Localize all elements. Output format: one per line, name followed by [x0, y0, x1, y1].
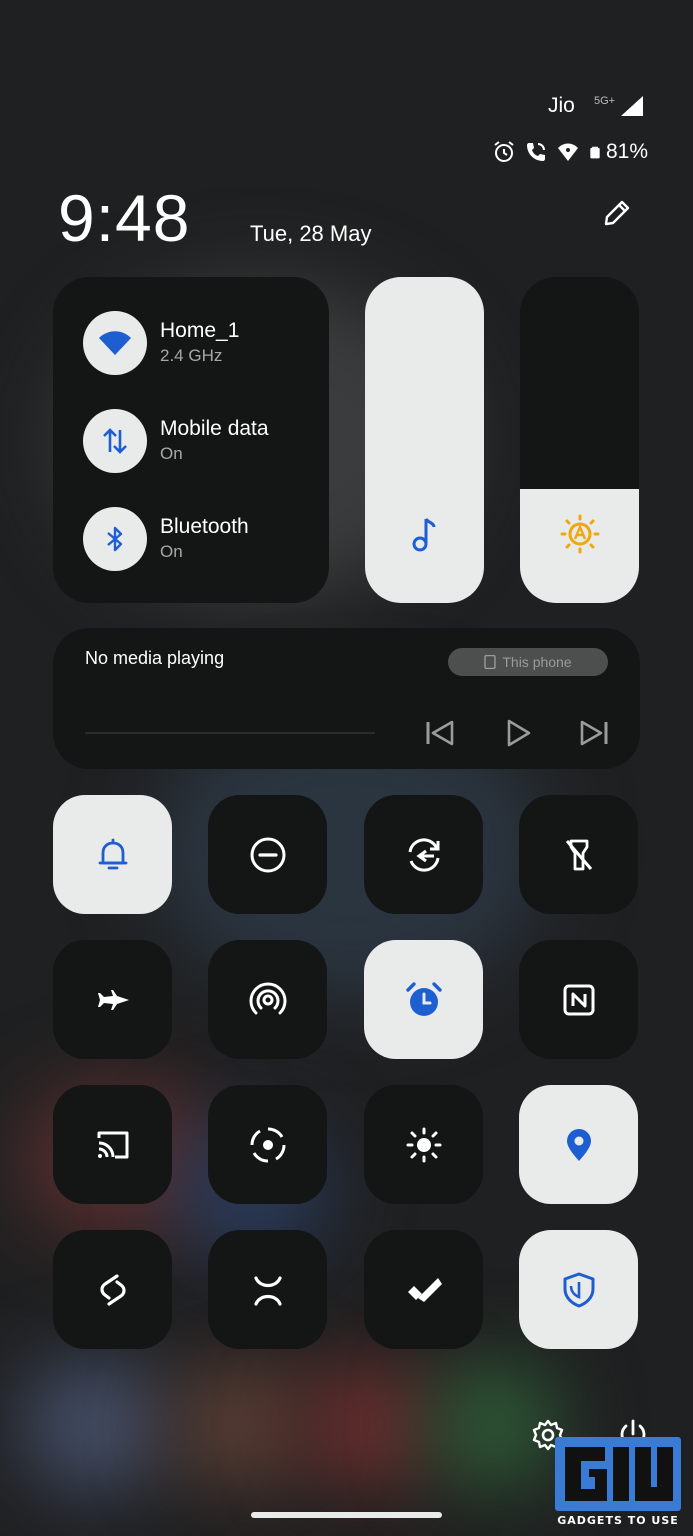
- tile-link[interactable]: [53, 1230, 172, 1349]
- volume-slider[interactable]: [365, 277, 484, 603]
- wifi-icon: [99, 331, 131, 355]
- screen-record-icon: [249, 1126, 286, 1163]
- media-progress-track[interactable]: [85, 732, 375, 734]
- auto-brightness-icon: [560, 514, 599, 554]
- logo-wordmark: GADGETS TO USE: [557, 1514, 679, 1527]
- hotspot-icon: [558, 143, 578, 161]
- wifi-calling-icon: [527, 143, 545, 161]
- tile-flashlight[interactable]: [519, 795, 638, 914]
- tile-screen-record[interactable]: [208, 1085, 327, 1204]
- wifi-toggle[interactable]: Home_1 2.4 GHz: [83, 311, 239, 375]
- bluetooth-button[interactable]: [83, 507, 147, 571]
- bluetooth-title: Bluetooth: [160, 515, 249, 538]
- mobile-data-state: On: [160, 444, 183, 463]
- do-not-disturb-icon: [250, 837, 285, 872]
- shield-icon: [563, 1272, 594, 1307]
- bluetooth-toggle[interactable]: Bluetooth On: [83, 507, 249, 571]
- tile-sound[interactable]: [53, 795, 172, 914]
- rotate-icon: [408, 837, 439, 872]
- next-icon[interactable]: [577, 716, 611, 750]
- mobile-data-toggle[interactable]: Mobile data On: [83, 409, 269, 473]
- mobile-data-title: Mobile data: [160, 417, 269, 440]
- tile-cast[interactable]: [53, 1085, 172, 1204]
- wifi-button[interactable]: [83, 311, 147, 375]
- tile-hotspot[interactable]: [208, 940, 327, 1059]
- tile-check[interactable]: [364, 1230, 483, 1349]
- tile-airplane[interactable]: [53, 940, 172, 1059]
- tile-dnd[interactable]: [208, 795, 327, 914]
- play-icon[interactable]: [501, 716, 535, 750]
- double-check-icon: [407, 1277, 442, 1302]
- alarm-clock-icon: [405, 981, 442, 1016]
- bluetooth-icon: [107, 526, 123, 552]
- hotspot-icon: [249, 981, 286, 1014]
- brightness-slider[interactable]: [520, 277, 639, 603]
- output-device-button[interactable]: This phone: [448, 648, 608, 676]
- flashlight-off-icon: [565, 839, 592, 870]
- tile-face[interactable]: [208, 1230, 327, 1349]
- link-icon: [99, 1273, 126, 1306]
- home-indicator[interactable]: [251, 1512, 442, 1518]
- tile-nfc[interactable]: [519, 940, 638, 1059]
- phone-icon: [484, 655, 497, 669]
- media-status: No media playing: [85, 648, 225, 668]
- date[interactable]: Tue, 28 May: [250, 221, 371, 247]
- airplane-icon: [97, 989, 129, 1010]
- tile-alarm[interactable]: [364, 940, 483, 1059]
- alarm-icon: [494, 141, 514, 162]
- face-icon: [253, 1275, 282, 1306]
- logo-mark: [555, 1437, 681, 1511]
- tile-location[interactable]: [519, 1085, 638, 1204]
- network-type: 5G+: [594, 95, 616, 107]
- signal-strength-icon: [621, 96, 643, 116]
- cast-icon: [97, 1131, 128, 1158]
- bluetooth-state: On: [160, 542, 183, 561]
- bell-icon: [98, 838, 127, 869]
- tile-brightness[interactable]: [364, 1085, 483, 1204]
- logo-glyph: [565, 1447, 673, 1501]
- battery-percent: 81%: [606, 140, 649, 163]
- location-pin-icon: [566, 1128, 591, 1161]
- clock: 9:48: [58, 181, 191, 255]
- status-icons: 81%: [492, 140, 648, 164]
- data-arrows-icon: [103, 428, 127, 454]
- connectivity-card: Home_1 2.4 GHz Mobile data On Bluetooth …: [53, 277, 329, 603]
- tile-auto-rotate[interactable]: [364, 795, 483, 914]
- tile-shield[interactable]: [519, 1230, 638, 1349]
- previous-icon[interactable]: [423, 716, 457, 750]
- sun-icon: [406, 1127, 441, 1162]
- mobile-data-button[interactable]: [83, 409, 147, 473]
- nfc-icon: [563, 984, 594, 1015]
- output-device-label: This phone: [502, 654, 572, 670]
- carrier-name: Jio: [548, 94, 575, 117]
- pencil-icon[interactable]: [600, 196, 634, 230]
- wifi-band: 2.4 GHz: [160, 346, 223, 365]
- battery-icon: [590, 146, 600, 159]
- music-note-icon: [412, 518, 435, 552]
- media-player-card[interactable]: No media playing This phone: [53, 628, 640, 769]
- wifi-name: Home_1: [160, 319, 240, 342]
- watermark-logo: GADGETS TO USE: [555, 1437, 681, 1527]
